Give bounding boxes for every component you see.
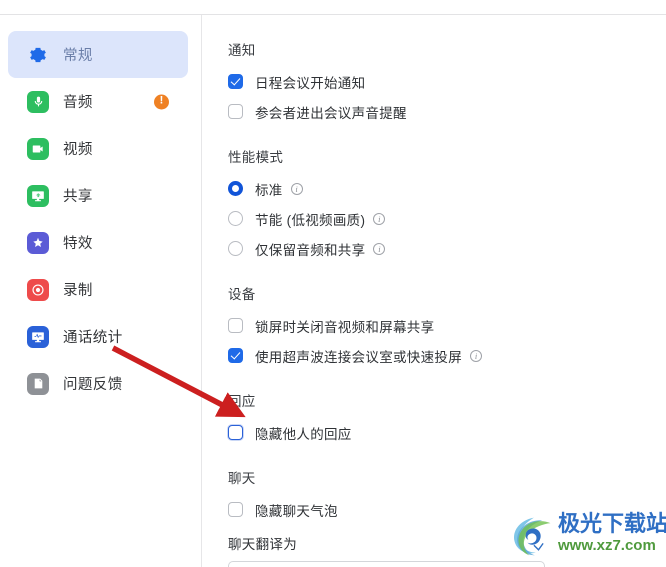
checkbox-label: 锁屏时关闭音视频和屏幕共享 [255,319,435,335]
info-icon[interactable] [470,349,482,362]
checkbox-participant-join-leave-sound[interactable] [228,104,243,119]
section-title: 通知 [228,43,256,58]
section-performance-mode: 性能模式 标准 节能 (低视频画质) 仅保留音频和共享 [228,146,666,262]
section-title: 回应 [228,394,256,409]
sidebar-item-audio[interactable]: 音频 ! [8,78,188,125]
sidebar-item-label: 音频 [63,95,93,111]
checkbox-row-hide-others-reactions[interactable]: 隐藏他人的回应 [228,419,666,446]
sidebar-item-call-statistics[interactable]: 通话统计 [8,313,188,360]
radio-audio-share-only[interactable] [228,241,243,256]
video-camera-icon [27,137,49,160]
settings-sidebar: 常规 音频 ! 视频 共享 特效 录制 通话统计 问题反馈 [0,15,201,567]
sidebar-item-recording[interactable]: 录制 [8,266,188,313]
sidebar-item-feedback[interactable]: 问题反馈 [8,360,188,407]
radio-label: 仅保留音频和共享 [255,242,366,258]
sidebar-item-label: 通话统计 [63,330,123,346]
section-title: 设备 [228,287,256,302]
radio-label: 标准 [255,182,283,198]
checkbox-row-calendar-meeting-start[interactable]: 日程会议开始通知 [228,68,666,95]
statistics-icon [27,325,49,348]
chat-translate-select[interactable]: 简体中文 [228,561,545,567]
checkbox-lock-screen-disable-av[interactable] [228,318,243,333]
sidebar-item-label: 共享 [63,189,93,205]
checkbox-label: 参会者进出会议声音提醒 [255,105,407,121]
record-icon [27,278,49,301]
radio-row-standard[interactable]: 标准 [228,175,666,202]
chat-translate-label: 聊天翻译为 [228,537,297,552]
sidebar-item-share[interactable]: 共享 [8,172,188,219]
radio-power-saving[interactable] [228,211,243,226]
checkbox-ultrasonic-connect[interactable] [228,348,243,363]
checkbox-calendar-meeting-start[interactable] [228,74,243,89]
radio-label: 节能 (低视频画质) [255,212,366,228]
checkbox-row-hide-chat-bubble[interactable]: 隐藏聊天气泡 [228,496,666,523]
sidebar-item-effects[interactable]: 特效 [8,219,188,266]
info-icon[interactable] [373,212,386,225]
general-settings-panel: 通知 日程会议开始通知 参会者进出会议声音提醒 性能模式 标准 节能 (低视频画… [202,15,666,567]
checkbox-label: 隐藏聊天气泡 [255,503,338,519]
checkbox-hide-others-reactions[interactable] [228,425,243,440]
section-reactions: 回应 隐藏他人的回应 [228,390,666,446]
sidebar-item-video[interactable]: 视频 [8,125,188,172]
gear-icon [27,44,49,66]
info-icon[interactable] [373,242,386,255]
sidebar-item-label: 问题反馈 [63,377,123,393]
section-title: 聊天 [228,471,256,486]
sparkle-icon [27,231,49,254]
microphone-icon [27,90,49,113]
sidebar-item-label: 特效 [63,236,93,252]
sidebar-item-label: 视频 [63,142,93,158]
checkbox-row-ultrasonic-connect[interactable]: 使用超声波连接会议室或快速投屏 [228,342,666,369]
section-notifications: 通知 日程会议开始通知 参会者进出会议声音提醒 [228,39,666,125]
audio-warning-badge: ! [154,94,169,109]
checkbox-label: 隐藏他人的回应 [255,426,352,442]
radio-row-power-saving[interactable]: 节能 (低视频画质) [228,205,666,232]
sidebar-item-label: 录制 [63,283,93,299]
section-chat: 聊天 隐藏聊天气泡 聊天翻译为 简体中文 [228,467,666,567]
section-device: 设备 锁屏时关闭音视频和屏幕共享 使用超声波连接会议室或快速投屏 [228,283,666,369]
sidebar-item-label: 常规 [63,48,93,64]
checkbox-label: 日程会议开始通知 [255,75,366,91]
screen-share-icon [27,184,49,207]
sidebar-item-general[interactable]: 常规 [8,31,188,78]
checkbox-label: 使用超声波连接会议室或快速投屏 [255,349,462,365]
info-icon[interactable] [290,182,303,195]
radio-standard[interactable] [228,181,243,196]
settings-window: 常规 音频 ! 视频 共享 特效 录制 通话统计 问题反馈 通知 日程会议开始通… [0,0,666,567]
checkbox-row-participant-join-leave-sound[interactable]: 参会者进出会议声音提醒 [228,98,666,125]
radio-row-audio-share-only[interactable]: 仅保留音频和共享 [228,235,666,262]
feedback-icon [27,372,49,395]
checkbox-row-lock-screen-disable-av[interactable]: 锁屏时关闭音视频和屏幕共享 [228,312,666,339]
checkbox-hide-chat-bubble[interactable] [228,502,243,517]
section-title: 性能模式 [228,150,284,165]
